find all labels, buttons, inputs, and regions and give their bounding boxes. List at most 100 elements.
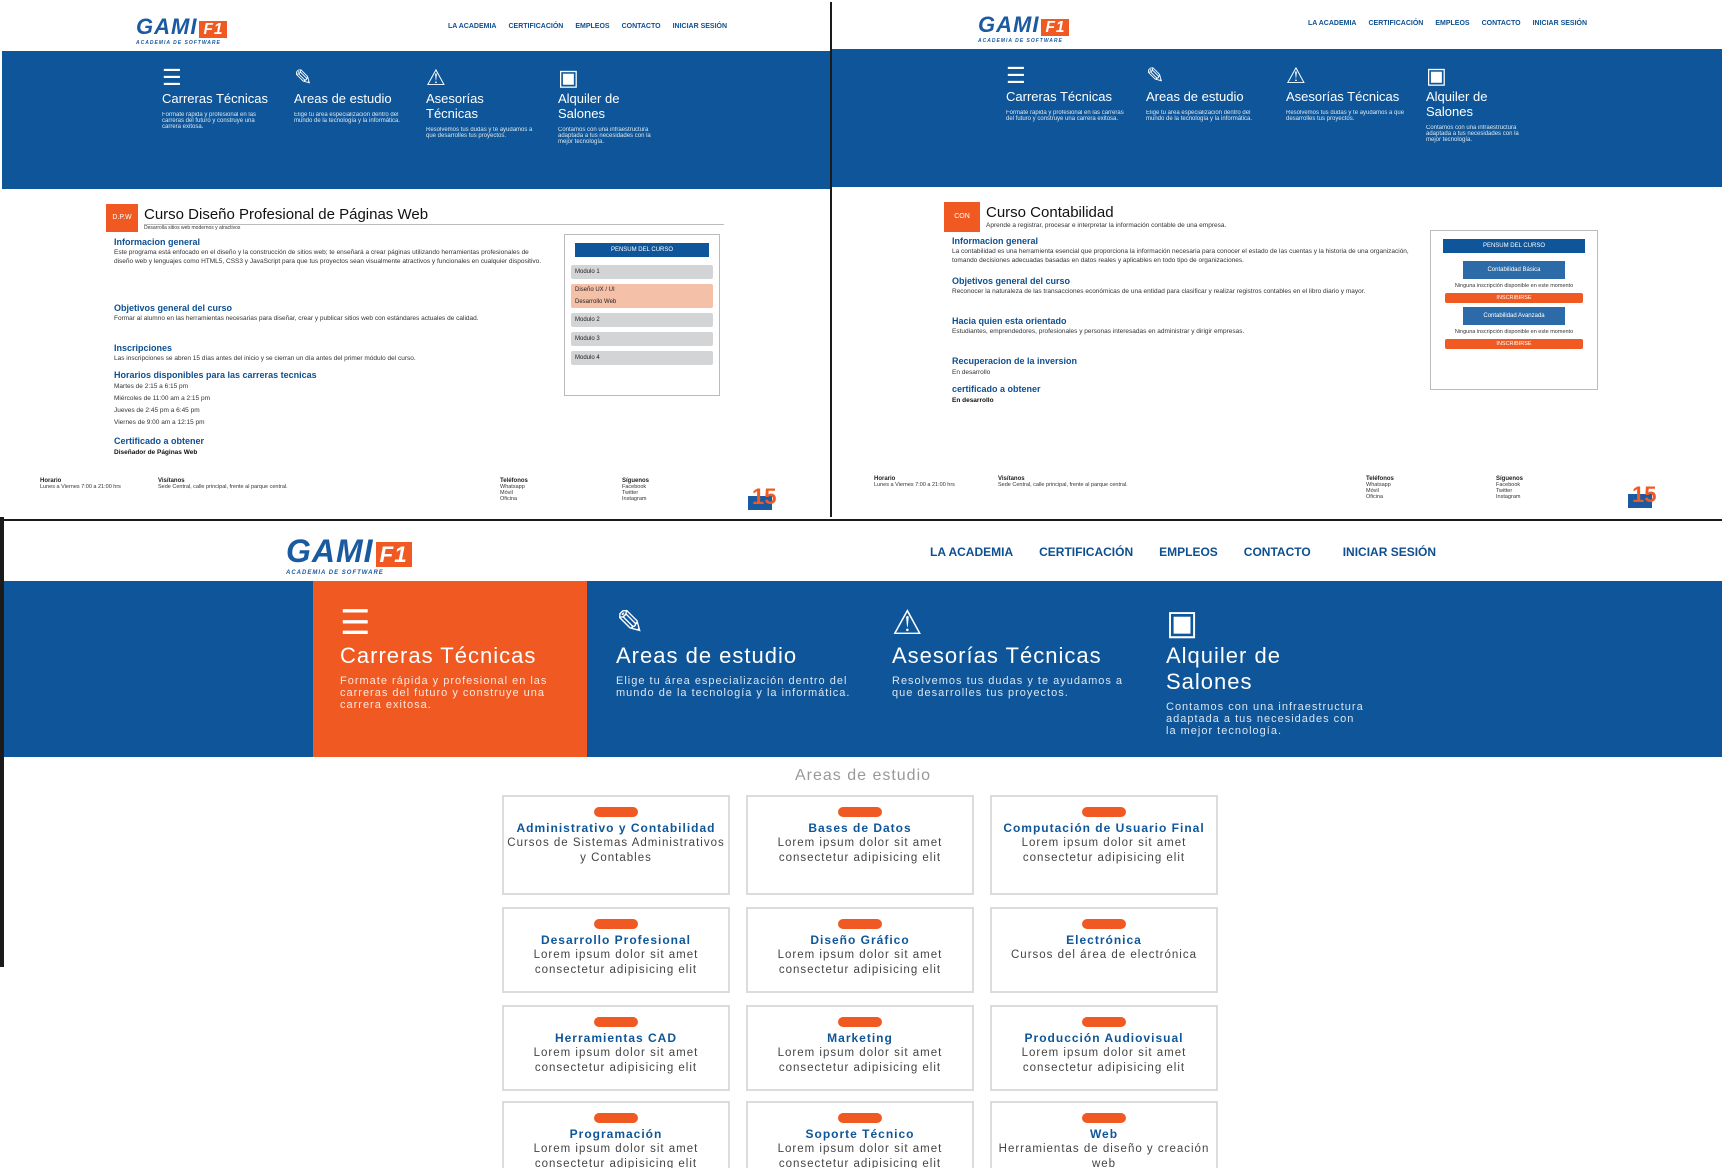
svg-text:15: 15	[752, 484, 776, 509]
area-card-programacion[interactable]: Programación Lorem ipsum dolor sit amet …	[502, 1101, 730, 1168]
module-item[interactable]: Modulo 2	[571, 313, 713, 327]
nav-empleos[interactable]: EMPLEOS	[1435, 20, 1469, 27]
module-item-active[interactable]: Diseño UX / UI Desarrollo Web	[571, 284, 713, 308]
card-accent	[594, 1113, 638, 1123]
hero-tile-carreras[interactable]: ☰ Carreras Técnicas Formate rápida y pro…	[340, 603, 580, 711]
hero-tile-areas[interactable]: ✎ Areas de estudio Elige tu área especia…	[616, 603, 856, 699]
hero-banner: ☰ Carreras Técnicas Formate rápida y pro…	[4, 581, 1722, 757]
areas-section-title: Areas de estudio	[794, 767, 932, 784]
area-card-bases-de-datos[interactable]: Bases de Datos Lorem ipsum dolor sit ame…	[746, 795, 974, 895]
card-accent	[838, 1017, 882, 1027]
schedule-line: Miércoles de 11:00 am a 2:15 pm	[114, 395, 210, 402]
module-item[interactable]: Modulo 4	[571, 351, 713, 365]
certificate-value: En desarrollo	[952, 397, 994, 404]
course-page-web-design: GAMI F1 ACADEMIA DE SOFTWARE LA ACADEMIA …	[2, 2, 832, 517]
section-text: Formar al alumno en las herramientas nec…	[114, 315, 479, 322]
edit-icon: ✎	[294, 65, 313, 90]
exclamation-icon: ⚠	[1286, 63, 1306, 88]
hero-tile-carreras[interactable]: ☰ Carreras Técnicas Formate rápida y pro…	[162, 65, 274, 130]
nav-iniciar-sesion[interactable]: INICIAR SESIÓN	[673, 23, 727, 30]
edit-icon: ✎	[1146, 63, 1165, 88]
hero-banner: ☰ Carreras Técnicas Formate rápida y pro…	[2, 51, 830, 189]
certificate-value: Diseñador de Páginas Web	[114, 449, 198, 456]
area-card-electronica[interactable]: Electrónica Cursos del área de electróni…	[990, 907, 1218, 993]
area-card-marketing[interactable]: Marketing Lorem ipsum dolor sit amet con…	[746, 1005, 974, 1091]
area-card-soporte[interactable]: Soporte Técnico Lorem ipsum dolor sit am…	[746, 1101, 974, 1168]
section-text: Las inscripciones se abren 15 días antes…	[114, 355, 416, 362]
nav-empleos[interactable]: EMPLEOS	[575, 23, 609, 30]
nav-academia[interactable]: LA ACADEMIA	[930, 545, 1013, 559]
hero-tile-asesorias[interactable]: ⚠ Asesorías Técnicas Resolvemos tus duda…	[426, 65, 538, 139]
nav-academia[interactable]: LA ACADEMIA	[448, 23, 496, 30]
layers-icon: ☰	[340, 604, 371, 642]
area-card-desarrollo[interactable]: Desarrollo Profesional Lorem ipsum dolor…	[502, 907, 730, 993]
nav-certificacion[interactable]: CERTIFICACIÓN	[508, 23, 563, 30]
hero-tile-salones[interactable]: ▣ Alquiler de Salones Contamos con una i…	[1166, 603, 1366, 737]
footer-address: Visítanos Sede Central, calle principal, …	[998, 476, 1128, 488]
exclamation-icon: ⚠	[426, 65, 446, 90]
footer-phones: Teléfonos Whatsapp Móvil Oficina	[1366, 476, 1394, 500]
footer-hours: Horario Lunes a Viernes 7:00 a 21:00 hrs	[40, 478, 121, 490]
nav-contacto[interactable]: CONTACTO	[1482, 20, 1521, 27]
card-accent	[594, 807, 638, 817]
main-nav: LA ACADEMIA CERTIFICACIÓN EMPLEOS CONTAC…	[930, 545, 1436, 559]
section-text: Este programa está enfocado en el diseño…	[114, 249, 542, 265]
nav-certificacion[interactable]: CERTIFICACIÓN	[1368, 20, 1423, 27]
area-card-computacion[interactable]: Computación de Usuario Final Lorem ipsum…	[990, 795, 1218, 895]
hero-tile-asesorias[interactable]: ⚠ Asesorías Técnicas Resolvemos tus duda…	[892, 603, 1132, 699]
section-heading: Inscripciones	[114, 343, 173, 353]
module-item[interactable]: Modulo 3	[571, 332, 713, 346]
hero-tile-asesorias[interactable]: ⚠ Asesorías Técnicas Resolvemos tus duda…	[1286, 63, 1406, 122]
area-card-administrativo[interactable]: Administrativo y Contabilidad Cursos de …	[502, 795, 730, 895]
hero-tile-salones[interactable]: ▣ Alquiler de Salones Contamos con una i…	[1426, 63, 1530, 143]
section-text: Reconocer la naturaleza de las transacci…	[952, 288, 1366, 295]
area-card-audiovisual[interactable]: Producción Audiovisual Lorem ipsum dolor…	[990, 1005, 1218, 1091]
pensum-block-title: Contabilidad Avanzada	[1463, 307, 1565, 325]
brand-logo[interactable]: GAMI F1 ACADEMIA DE SOFTWARE	[978, 12, 1070, 44]
section-heading: Horarios disponibles para las carreras t…	[114, 370, 317, 380]
nav-contacto[interactable]: CONTACTO	[622, 23, 661, 30]
enroll-button[interactable]: INSCRIBIRSE	[1445, 293, 1583, 303]
hero-tile-salones[interactable]: ▣ Alquiler de Salones Contamos con una i…	[558, 65, 658, 145]
nav-empleos[interactable]: EMPLEOS	[1159, 545, 1218, 559]
schedule-line: Jueves de 2:45 pm a 6:45 pm	[114, 407, 200, 414]
card-accent	[1082, 1017, 1126, 1027]
pensum-sidebar: PENSUM DEL CURSO Modulo 1 Diseño UX / UI…	[564, 234, 720, 396]
hero-tile-areas[interactable]: ✎ Areas de estudio Elige tu área especia…	[294, 65, 406, 124]
card-accent	[1082, 919, 1126, 929]
anniversary-15-icon: 15	[748, 484, 776, 510]
board-icon: ▣	[1426, 63, 1447, 88]
nav-contacto[interactable]: CONTACTO	[1244, 545, 1311, 559]
pensum-sidebar: PENSUM DEL CURSO Contabilidad Básica Nin…	[1430, 230, 1598, 390]
section-heading: Objetivos general del curso	[952, 276, 1071, 286]
card-accent	[838, 807, 882, 817]
hero-tile-carreras[interactable]: ☰ Carreras Técnicas Formate rápida y pro…	[1006, 63, 1126, 122]
nav-iniciar-sesion[interactable]: INICIAR SESIÓN	[1343, 545, 1436, 559]
board-icon: ▣	[558, 65, 579, 90]
course-subtitle: Desarrolla sitios web modernos y atracti…	[144, 225, 241, 231]
section-heading: Recuperacion de la inversion	[952, 356, 1078, 366]
brand-logo[interactable]: GAMI F1 ACADEMIA DE SOFTWARE	[136, 14, 228, 46]
pensum-header: PENSUM DEL CURSO	[1443, 239, 1585, 253]
hero-tile-areas[interactable]: ✎ Areas de estudio Elige tu área especia…	[1146, 63, 1266, 122]
area-card-cad[interactable]: Herramientas CAD Lorem ipsum dolor sit a…	[502, 1005, 730, 1091]
module-item[interactable]: Modulo 1	[571, 265, 713, 279]
course-code-badge: D.P.W	[106, 204, 138, 232]
footer-social: Síguenos Facebook Twitter Instagram	[1496, 476, 1524, 500]
hero-banner: ☰ Carreras Técnicas Formate rápida y pro…	[832, 49, 1722, 187]
brand-logo[interactable]: GAMI F1 ACADEMIA DE SOFTWARE	[286, 533, 412, 576]
card-accent	[838, 1113, 882, 1123]
nav-iniciar-sesion[interactable]: INICIAR SESIÓN	[1533, 20, 1587, 27]
nav-certificacion[interactable]: CERTIFICACIÓN	[1039, 545, 1133, 559]
card-accent	[1082, 1113, 1126, 1123]
nav-academia[interactable]: LA ACADEMIA	[1308, 20, 1356, 27]
main-nav: LA ACADEMIA CERTIFICACIÓN EMPLEOS CONTAC…	[448, 23, 727, 30]
area-card-web[interactable]: Web Herramientas de diseño y creación we…	[990, 1101, 1218, 1168]
svg-text:15: 15	[1632, 482, 1656, 507]
area-card-diseno[interactable]: Diseño Gráfico Lorem ipsum dolor sit ame…	[746, 907, 974, 993]
landing-page: GAMI F1 ACADEMIA DE SOFTWARE LA ACADEMIA …	[4, 519, 1722, 1168]
section-value: En desarrollo	[952, 369, 991, 376]
course-title: Curso Contabilidad	[986, 204, 1114, 221]
enroll-button[interactable]: INSCRIBIRSE	[1445, 339, 1583, 349]
footer-social: Síguenos Facebook Twitter Instagram	[622, 478, 650, 502]
